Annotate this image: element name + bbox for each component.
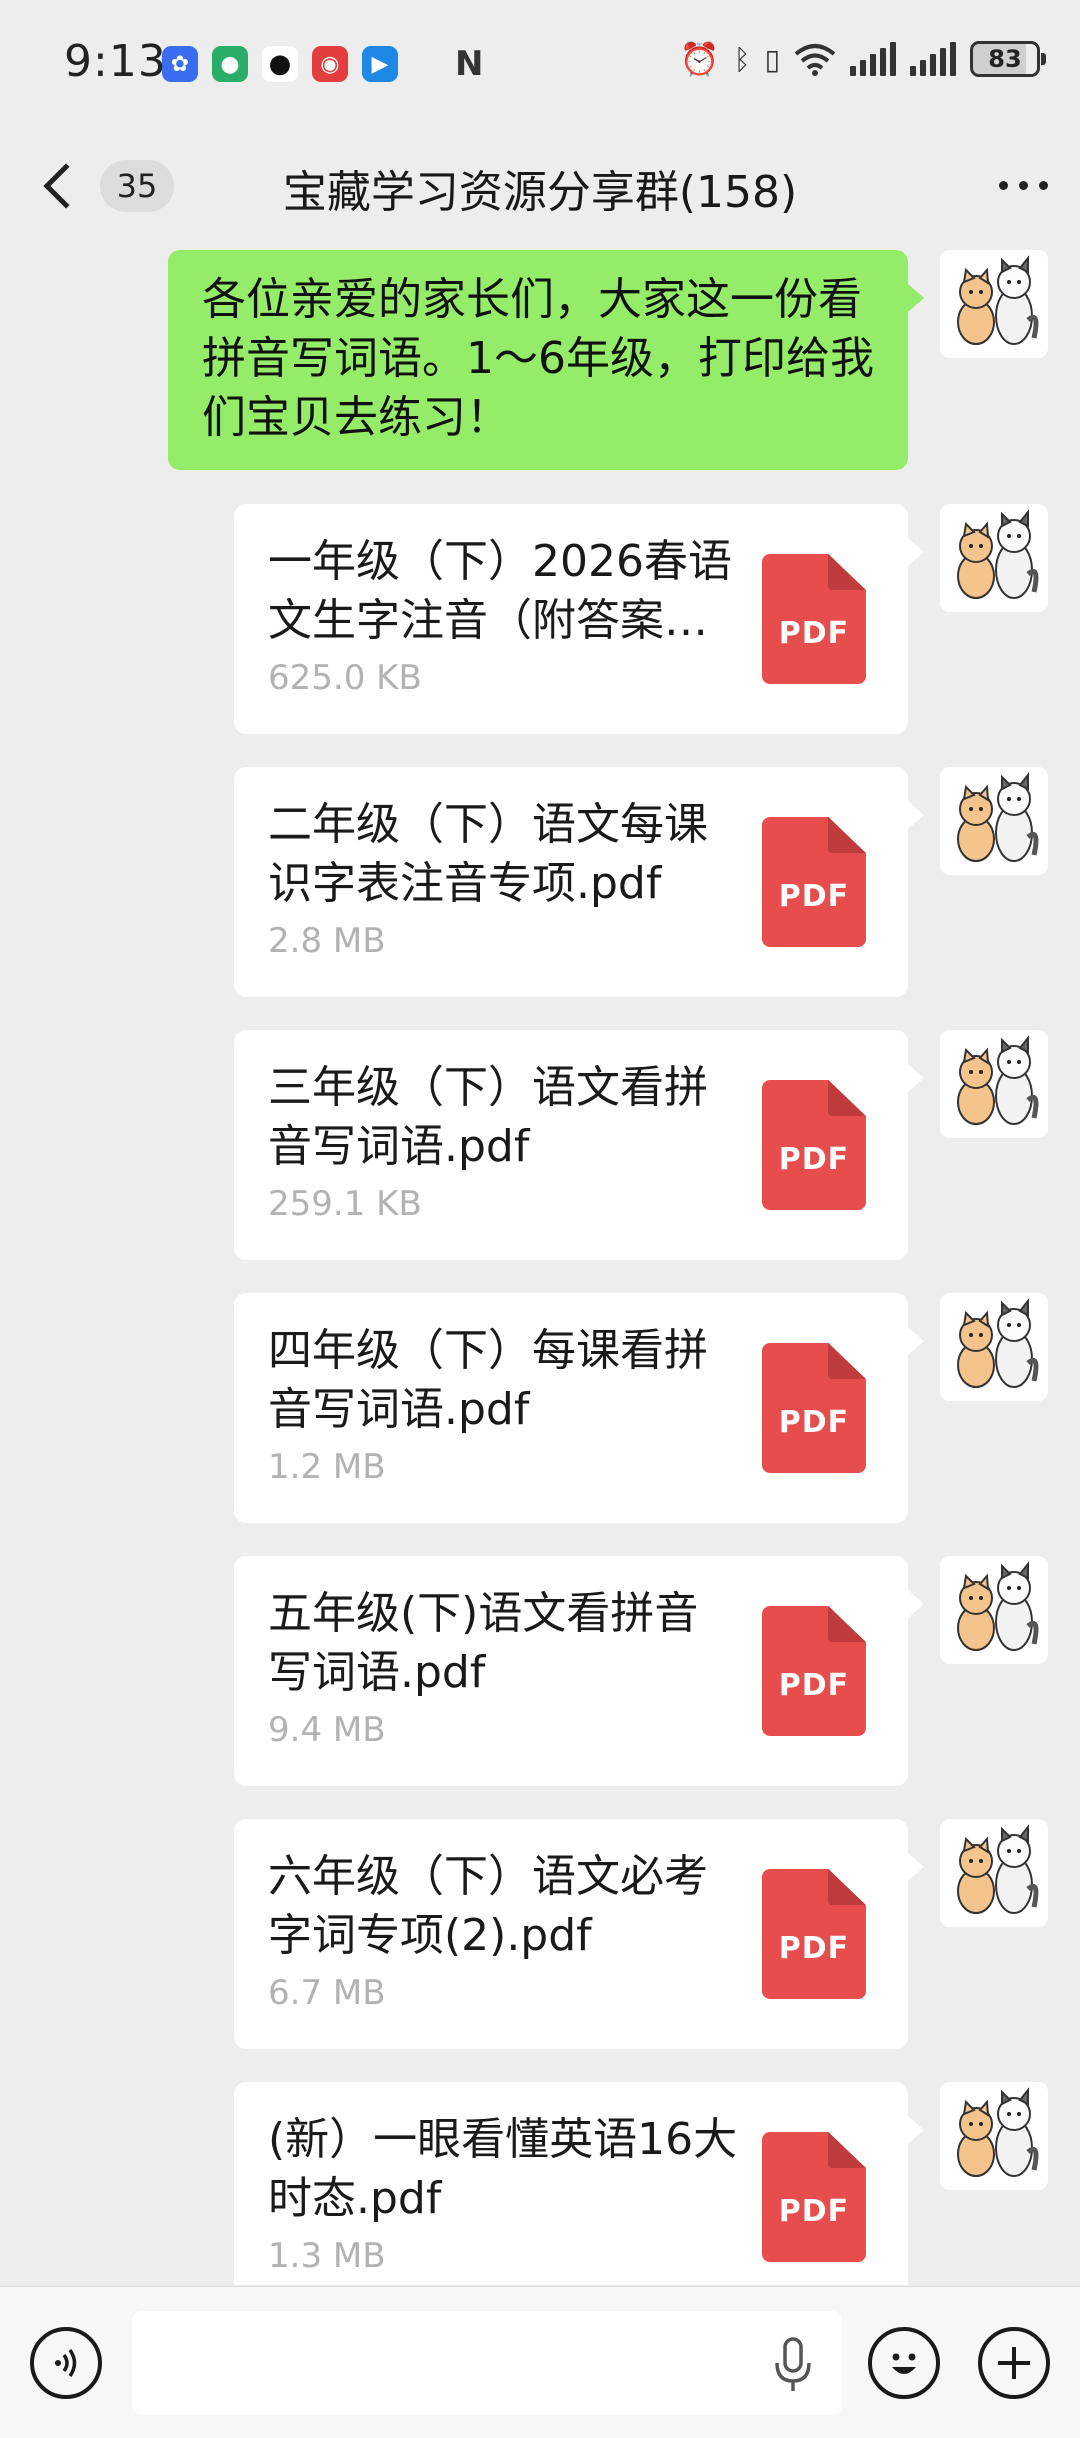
cat-avatar-icon (940, 1556, 1048, 1664)
avatar[interactable] (940, 504, 1048, 612)
avatar[interactable] (940, 2082, 1048, 2190)
file-type-label: PDF (778, 616, 850, 651)
avatar[interactable] (940, 1293, 1048, 1401)
nfc-icon: N (455, 44, 484, 84)
file-type-label: PDF (778, 879, 850, 914)
status-bar: 9:13 ✿ ● ● ◉ ▶ N ⏰ ᛒ ▯ 83 (0, 0, 1080, 130)
file-size: 2.8 MB (268, 921, 386, 961)
mic-icon[interactable] (773, 2337, 813, 2393)
chat-title: 宝藏学习资源分享群(158) (282, 167, 798, 218)
cat-avatar-icon (940, 1030, 1048, 1138)
plus-icon (998, 2347, 1030, 2379)
battery-indicator: 83 (970, 41, 1046, 77)
chat-header: 35 宝藏学习资源分享群(158) (0, 130, 1080, 240)
signal-icon (910, 42, 956, 76)
cat-avatar-icon (940, 767, 1048, 875)
file-message-card[interactable]: 五年级(下)语文看拼音写词语.pdf 9.4 MB PDF (234, 1556, 924, 1786)
file-name: (新）一眼看懂英语16大时态.pdf (268, 2114, 738, 2224)
cat-avatar-icon (940, 250, 1048, 358)
voice-button[interactable] (30, 2327, 102, 2399)
cat-avatar-icon (940, 1293, 1048, 1401)
pdf-fold-corner (828, 1080, 866, 1116)
pdf-fold-corner (828, 1606, 866, 1642)
file-message-card[interactable]: 三年级（下）语文看拼音写词语.pdf 259.1 KB PDF (234, 1030, 924, 1260)
notification-icons: ✿ ● ● ◉ ▶ (162, 46, 398, 82)
avatar[interactable] (940, 1030, 1048, 1138)
emoji-button[interactable] (868, 2327, 940, 2399)
status-time: 9:13 (64, 36, 167, 87)
file-name: 二年级（下）语文每课识字表注音专项.pdf (268, 799, 708, 909)
file-type-label: PDF (778, 1405, 850, 1440)
file-size: 1.2 MB (268, 1447, 386, 1487)
file-message-card[interactable]: 六年级（下）语文必考字词专项(2).pdf 6.7 MB PDF (234, 1819, 924, 2049)
file-size: 6.7 MB (268, 1973, 386, 2013)
more-icon (999, 180, 1008, 190)
avatar[interactable] (940, 250, 1048, 358)
file-type-label: PDF (778, 2194, 850, 2229)
pdf-fold-corner (828, 817, 866, 853)
qq-icon: ● (262, 46, 298, 82)
cat-avatar-icon (940, 504, 1048, 612)
input-bar (0, 2286, 1080, 2438)
avatar[interactable] (940, 1556, 1048, 1664)
wechat-icon: ● (212, 46, 248, 82)
voice-icon (55, 2349, 77, 2377)
file-name: 一年级（下）2026春语文生字注音（附答案… (268, 536, 732, 646)
pdf-fold-corner (828, 554, 866, 590)
avatar[interactable] (940, 1819, 1048, 1927)
cat-avatar-icon (940, 1819, 1048, 1927)
emoji-icon (892, 2353, 916, 2374)
bluetooth-icon: ᛒ (733, 42, 751, 76)
vibrate-icon: ▯ (764, 42, 780, 76)
cat-avatar-icon (940, 2082, 1048, 2190)
file-type-label: PDF (778, 1668, 850, 1703)
file-size: 259.1 KB (268, 1184, 422, 1224)
file-message-card[interactable]: 四年级（下）每课看拼音写词语.pdf 1.2 MB PDF (234, 1293, 924, 1523)
file-name: 五年级(下)语文看拼音写词语.pdf (268, 1588, 699, 1698)
pdf-fold-corner (828, 1869, 866, 1905)
weibo-icon: ◉ (312, 46, 348, 82)
file-size: 625.0 KB (268, 658, 422, 698)
wifi-icon (794, 44, 836, 76)
signal-icon (850, 42, 896, 76)
more-button[interactable] (999, 170, 1048, 200)
message-input[interactable] (132, 2311, 842, 2415)
text-message-bubble[interactable]: 各位亲爱的家长们，大家这一份看拼音写词语。1～6年级，打印给我们宝贝去练习！ (168, 250, 924, 470)
alarm-icon: ⏰ (679, 40, 720, 78)
file-type-label: PDF (778, 1931, 850, 1966)
file-size: 1.3 MB (268, 2236, 386, 2276)
pdf-fold-corner (828, 1343, 866, 1379)
file-name: 四年级（下）每课看拼音写词语.pdf (268, 1325, 708, 1435)
file-message-card[interactable]: 二年级（下）语文每课识字表注音专项.pdf 2.8 MB PDF (234, 767, 924, 997)
system-icons: ⏰ ᛒ ▯ 83 (679, 40, 1046, 78)
tencent-docs-icon: ▶ (362, 46, 398, 82)
message-list[interactable]: 各位亲爱的家长们，大家这一份看拼音写词语。1～6年级，打印给我们宝贝去练习！ 一… (0, 245, 1080, 2285)
avatar[interactable] (940, 767, 1048, 875)
file-message-card[interactable]: 一年级（下）2026春语文生字注音（附答案… 625.0 KB PDF (234, 504, 924, 734)
file-name: 六年级（下）语文必考字词专项(2).pdf (268, 1851, 708, 1961)
file-size: 9.4 MB (268, 1710, 386, 1750)
tencent-app-icon: ✿ (162, 46, 198, 82)
file-type-label: PDF (778, 1142, 850, 1177)
plus-button[interactable] (978, 2327, 1050, 2399)
file-name: 三年级（下）语文看拼音写词语.pdf (268, 1062, 708, 1172)
file-message-card[interactable]: (新）一眼看懂英语16大时态.pdf 1.3 MB PDF (234, 2082, 924, 2285)
